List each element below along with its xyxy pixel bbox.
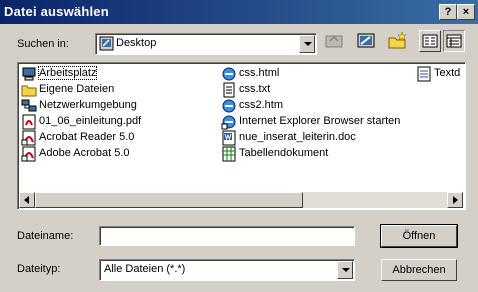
list-item-label: css2.htm [239, 99, 284, 111]
up-folder-button[interactable] [323, 30, 345, 52]
desktop-icon [99, 36, 114, 51]
list-item-label: Eigene Dateien [39, 83, 115, 95]
horizontal-scrollbar[interactable] [19, 192, 463, 208]
list-item-label: Internet Explorer Browser starten [239, 115, 401, 127]
window-title: Datei auswählen [4, 4, 109, 19]
acrobat-shortcut-icon [21, 130, 36, 146]
list-view-icon [422, 34, 438, 48]
filename-input[interactable] [99, 226, 355, 246]
details-view-icon [446, 34, 462, 48]
list-item-label: Acrobat Reader 5.0 [39, 131, 135, 143]
title-bar[interactable]: Datei auswählen ? × [0, 0, 478, 24]
ie-html-icon [222, 99, 236, 113]
word-doc-icon [222, 130, 236, 146]
look-in-combo[interactable]: Desktop [95, 33, 317, 55]
list-view-button[interactable] [419, 30, 441, 52]
filetype-label: Dateityp: [17, 263, 61, 275]
look-in-dropdown-button[interactable] [299, 35, 315, 53]
arrow-left-icon [24, 196, 29, 204]
file-dialog: Datei auswählen ? × Suchen in: Desktop A… [0, 0, 478, 292]
folder-icon [21, 85, 37, 97]
network-icon [21, 99, 37, 112]
close-button[interactable]: × [457, 4, 475, 20]
text-file-icon [223, 82, 235, 98]
document-icon [417, 66, 431, 82]
ie-html-icon [222, 67, 236, 81]
list-item-label: Adobe Acrobat 5.0 [39, 147, 130, 159]
scroll-thumb[interactable] [35, 192, 303, 208]
list-item-label: css.html [239, 67, 280, 79]
up-folder-icon [325, 35, 343, 48]
look-in-label: Suchen in: [17, 38, 69, 50]
new-folder-icon [388, 31, 407, 49]
desktop-nav-icon [357, 33, 375, 48]
filetype-select[interactable]: Alle Dateien (*.*) [99, 259, 355, 281]
filename-label: Dateiname: [17, 230, 74, 242]
list-item[interactable]: Textd [416, 66, 462, 82]
spreadsheet-icon [222, 146, 236, 162]
ie-shortcut-icon [221, 115, 236, 130]
file-list[interactable]: Arbeitsplatz Eigene Dateien Netzwerkumge… [17, 62, 466, 210]
details-view-button[interactable] [443, 30, 465, 52]
list-item-label: nue_inserat_leiterin.doc [239, 131, 356, 143]
list-item-label: Tabellendokument [239, 147, 329, 159]
list-item-label: 01_06_einleitung.pdf [39, 115, 142, 127]
look-in-value: Desktop [116, 37, 157, 49]
list-item-label: Arbeitsplatz [37, 66, 98, 80]
help-button[interactable]: ? [439, 4, 457, 20]
computer-icon [22, 67, 36, 81]
list-item-label: Textd [434, 67, 461, 79]
cancel-button[interactable]: Abbrechen [381, 259, 457, 281]
arrow-right-icon [453, 196, 458, 204]
scroll-right-button[interactable] [447, 192, 463, 208]
list-item-label: css.txt [239, 83, 271, 95]
new-folder-button[interactable] [387, 30, 409, 52]
filetype-value: Alle Dateien (*.*) [104, 263, 186, 275]
list-item-label: Netzwerkumgebung [39, 99, 137, 111]
desktop-nav-button[interactable] [355, 30, 377, 52]
pdf-file-icon [22, 114, 36, 130]
scroll-left-button[interactable] [19, 192, 35, 208]
acrobat-shortcut-icon [21, 146, 36, 162]
open-button[interactable]: Öffnen [380, 224, 458, 248]
filetype-dropdown-button[interactable] [337, 261, 353, 279]
